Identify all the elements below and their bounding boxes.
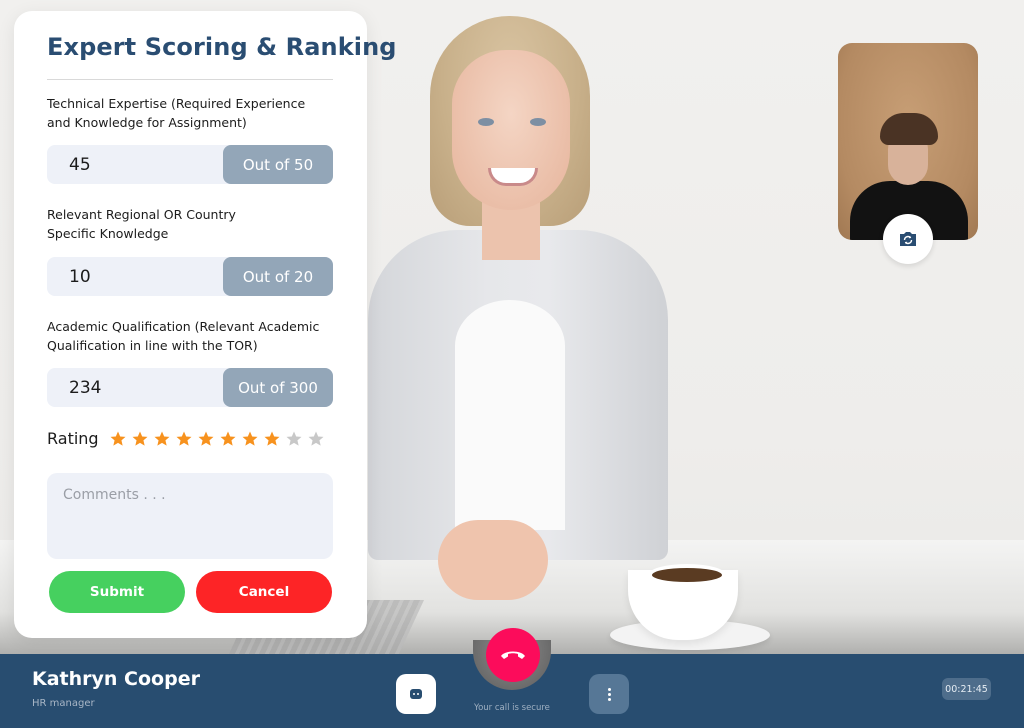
person-hands xyxy=(438,520,548,600)
star-empty-icon[interactable] xyxy=(307,430,325,448)
person-eye xyxy=(530,118,546,126)
star-filled-icon[interactable] xyxy=(241,430,259,448)
criterion-label-line: and Knowledge for Assignment) xyxy=(47,115,247,130)
caller-name: Kathryn Cooper xyxy=(32,668,200,690)
person-eye xyxy=(478,118,494,126)
score-input-academic-qualification[interactable] xyxy=(47,368,223,407)
score-row-technical-expertise: Out of 50 xyxy=(47,145,333,184)
star-rating[interactable] xyxy=(109,430,325,448)
score-max-badge: Out of 50 xyxy=(223,145,333,184)
criterion-label-regional-knowledge: Relevant Regional OR Country Specific Kn… xyxy=(47,205,347,243)
star-filled-icon[interactable] xyxy=(263,430,281,448)
star-filled-icon[interactable] xyxy=(175,430,193,448)
switch-camera-button[interactable] xyxy=(883,214,933,264)
criterion-label-line: Academic Qualification (Relevant Academi… xyxy=(47,319,320,334)
phone-hangup-icon xyxy=(501,651,525,659)
star-filled-icon[interactable] xyxy=(109,430,127,448)
rating-control: Rating xyxy=(47,429,325,448)
criterion-label-line: Relevant Regional OR Country xyxy=(47,207,236,222)
star-filled-icon[interactable] xyxy=(197,430,215,448)
end-call-button[interactable] xyxy=(486,628,540,682)
criterion-label-line: Technical Expertise (Required Experience xyxy=(47,96,306,111)
person-shirt xyxy=(455,300,565,530)
camera-switch-icon xyxy=(900,232,916,246)
more-vertical-icon xyxy=(607,687,611,701)
call-timer: 00:21:45 xyxy=(942,678,991,700)
criterion-label-line: Qualification in line with the TOR) xyxy=(47,338,258,353)
title-divider xyxy=(47,79,333,80)
person-face xyxy=(452,50,570,210)
self-view-video[interactable] xyxy=(838,43,978,240)
score-row-academic-qualification: Out of 300 xyxy=(47,368,333,407)
more-options-button[interactable] xyxy=(589,674,629,714)
star-filled-icon[interactable] xyxy=(153,430,171,448)
score-input-regional-knowledge[interactable] xyxy=(47,257,223,296)
score-input-technical-expertise[interactable] xyxy=(47,145,223,184)
criterion-label-technical-expertise: Technical Expertise (Required Experience… xyxy=(47,94,347,132)
star-filled-icon[interactable] xyxy=(131,430,149,448)
self-view-hair xyxy=(880,113,938,145)
cancel-button[interactable]: Cancel xyxy=(196,571,332,613)
chat-button[interactable] xyxy=(396,674,436,714)
score-max-badge: Out of 20 xyxy=(223,257,333,296)
comments-textarea[interactable] xyxy=(47,473,333,559)
call-security-status: Your call is secure xyxy=(474,703,550,713)
caller-role: HR manager xyxy=(32,698,95,709)
expert-scoring-panel: Expert Scoring & Ranking Technical Exper… xyxy=(14,11,396,638)
submit-button[interactable]: Submit xyxy=(49,571,185,613)
rating-label: Rating xyxy=(47,429,99,448)
star-empty-icon[interactable] xyxy=(285,430,303,448)
star-filled-icon[interactable] xyxy=(219,430,237,448)
score-row-regional-knowledge: Out of 20 xyxy=(47,257,333,296)
panel-title: Expert Scoring & Ranking xyxy=(47,33,397,61)
criterion-label-line: Specific Knowledge xyxy=(47,226,169,241)
chat-bubble-icon xyxy=(410,689,422,699)
score-max-badge: Out of 300 xyxy=(223,368,333,407)
criterion-label-academic-qualification: Academic Qualification (Relevant Academi… xyxy=(47,317,347,355)
